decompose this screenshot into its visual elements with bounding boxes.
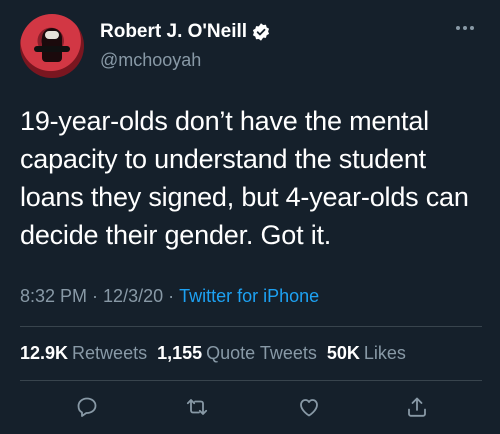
- tweet-text: 19-year-olds don’t have the mental capac…: [20, 106, 469, 250]
- display-name-row: Robert J. O'Neill: [100, 20, 271, 44]
- action-bar: [20, 392, 482, 426]
- retweets-label: Retweets: [72, 343, 148, 363]
- dot: [463, 26, 467, 30]
- retweets-count: 12.9K: [20, 343, 69, 363]
- retweets-stat[interactable]: 12.9K Retweets: [20, 343, 147, 364]
- reply-button[interactable]: [72, 392, 102, 422]
- user-handle[interactable]: @mchooyah: [100, 50, 271, 71]
- tweet-header: Robert J. O'Neill @mchooyah: [20, 14, 480, 78]
- quote-tweets-count: 1,155: [157, 343, 203, 363]
- share-button[interactable]: [402, 392, 432, 422]
- verified-badge-icon: [251, 22, 271, 42]
- share-icon: [408, 397, 426, 417]
- author-names: Robert J. O'Neill @mchooyah: [100, 20, 271, 71]
- avatar[interactable]: [20, 14, 84, 78]
- dot: [470, 26, 474, 30]
- meta-separator: ·: [87, 286, 104, 306]
- retweet-button[interactable]: [182, 392, 212, 422]
- divider: [20, 380, 482, 381]
- likes-stat[interactable]: 50K Likes: [327, 343, 406, 364]
- meta-separator: ·: [163, 286, 180, 306]
- tweet-card: Robert J. O'Neill @mchooyah 19-year-olds…: [0, 0, 500, 434]
- likes-count: 50K: [326, 343, 360, 363]
- heart-icon: [300, 399, 318, 417]
- divider: [20, 326, 482, 327]
- display-name[interactable]: Robert J. O'Neill: [100, 21, 247, 43]
- like-button[interactable]: [294, 392, 324, 422]
- avatar-image: [34, 28, 70, 62]
- quote-tweets-stat[interactable]: 1,155 Quote Tweets: [157, 343, 317, 364]
- likes-label: Likes: [363, 343, 406, 363]
- tweet-date[interactable]: 12/3/20: [103, 286, 163, 307]
- tweet-meta: 8:32 PM · 12/3/20 · Twitter for iPhone: [20, 286, 319, 307]
- more-dots-icon[interactable]: [456, 22, 480, 34]
- tweet-stats: 12.9K Retweets 1,155 Quote Tweets 50K Likes: [20, 343, 406, 364]
- tweet-source-link[interactable]: Twitter for iPhone: [179, 286, 319, 307]
- reply-icon: [77, 397, 97, 417]
- retweet-icon: [186, 399, 208, 415]
- quote-tweets-label: Quote Tweets: [206, 343, 317, 363]
- dot: [456, 26, 460, 30]
- tweet-time[interactable]: 8:32 PM: [20, 286, 87, 307]
